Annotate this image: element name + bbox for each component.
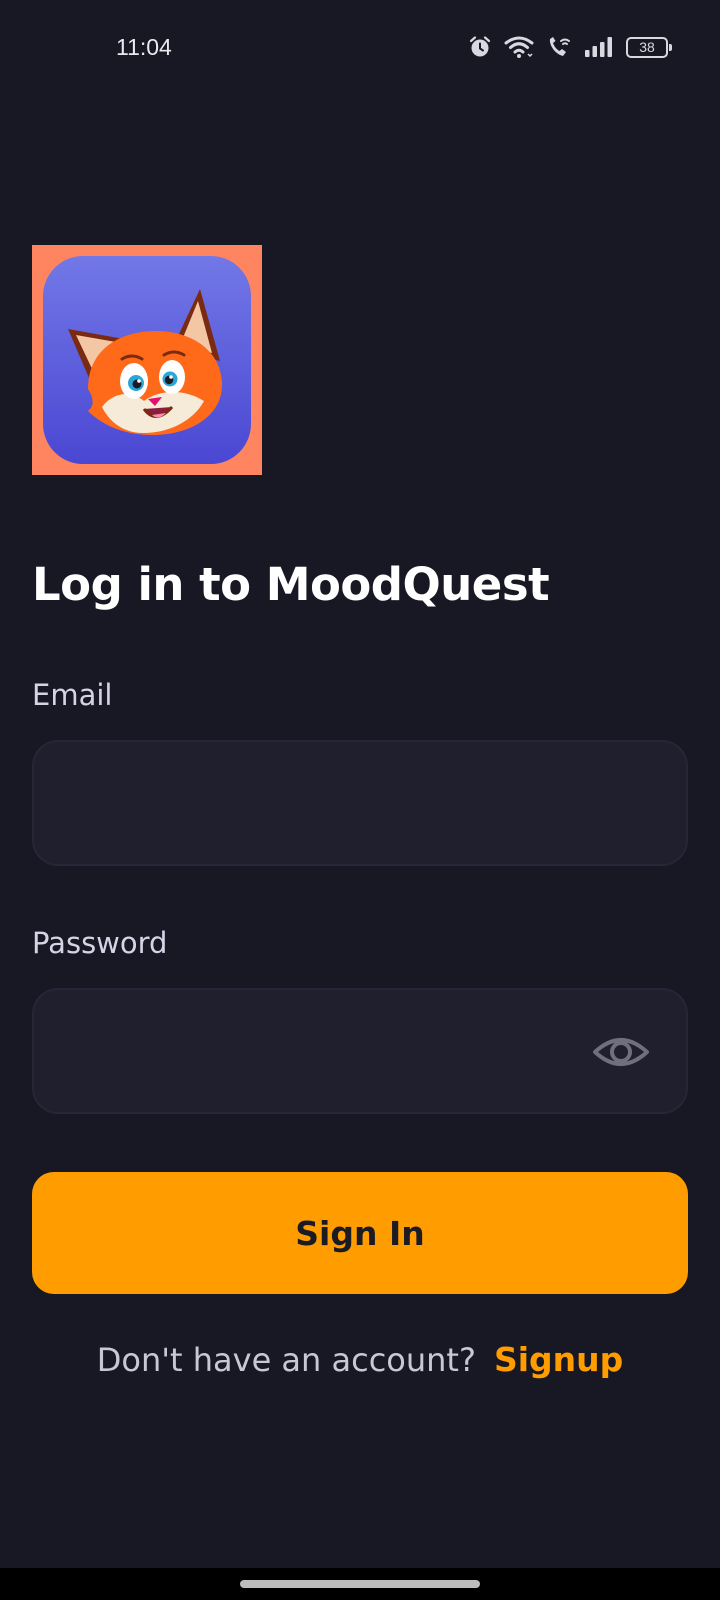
status-icons: 38 [468, 32, 672, 62]
signal-icon [585, 37, 612, 57]
system-nav-bar [0, 1568, 720, 1600]
email-field-container [32, 740, 688, 866]
password-label: Password [32, 926, 168, 960]
password-field-container [32, 988, 688, 1114]
signup-link[interactable]: Signup [494, 1340, 623, 1379]
signup-row: Don't have an account? Signup [0, 1340, 720, 1379]
wifi-icon [504, 36, 534, 58]
app-logo [32, 245, 262, 475]
signup-prompt: Don't have an account? [96, 1341, 476, 1379]
password-field[interactable] [34, 990, 686, 1112]
status-time: 11:04 [116, 34, 172, 60]
fox-mascot-icon [43, 256, 251, 464]
alarm-icon [469, 36, 491, 57]
home-indicator[interactable] [240, 1580, 480, 1588]
battery-icon: 38 [626, 36, 672, 58]
email-field[interactable] [34, 742, 686, 864]
eye-icon[interactable] [592, 1032, 650, 1072]
login-screen: 11:04 38 Log in to MoodQuest Email Passw… [0, 0, 720, 1600]
email-label: Email [32, 678, 113, 712]
status-bar: 11:04 38 [0, 0, 720, 96]
wifi-calling-icon [549, 37, 570, 56]
sign-in-button[interactable]: Sign In [32, 1172, 688, 1294]
battery-level: 38 [639, 39, 655, 55]
page-title: Log in to MoodQuest [32, 558, 550, 611]
